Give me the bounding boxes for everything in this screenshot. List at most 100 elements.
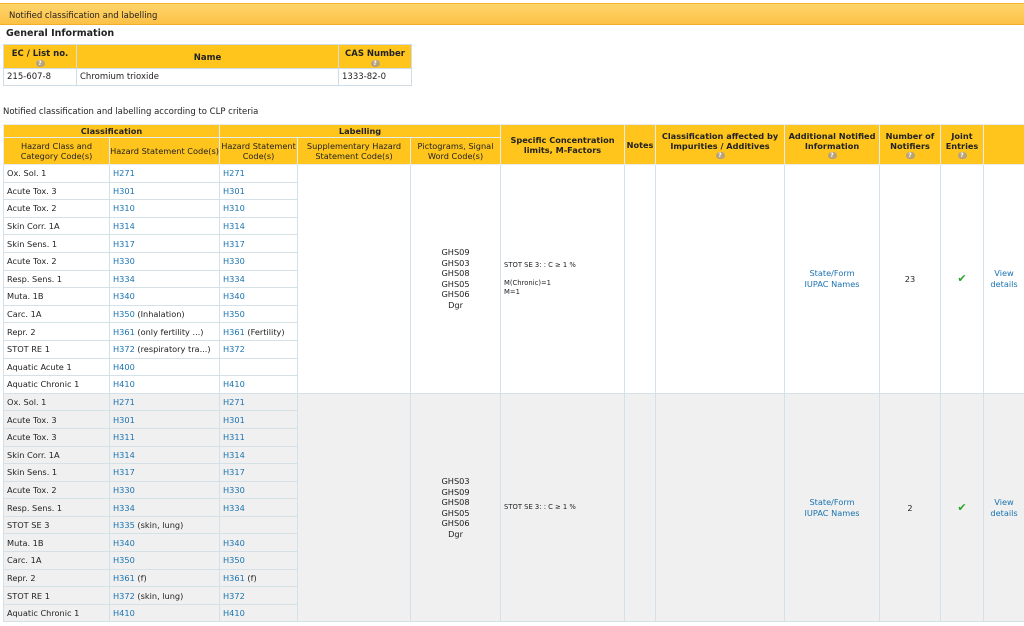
- label-stmt-link[interactable]: H410: [223, 379, 245, 389]
- hazard-class: Acute Tox. 3: [7, 185, 57, 196]
- notifiers-count: 2: [907, 502, 913, 513]
- label-stmt-link[interactable]: H271: [223, 397, 245, 407]
- hazard-class-cell: Skin Sens. 1: [3, 234, 110, 253]
- label-stmt-link[interactable]: H361: [223, 327, 245, 337]
- view-details-link[interactable]: View details: [990, 497, 1017, 518]
- label-stmt-cell: H372: [219, 586, 299, 605]
- hazard-stmt-link[interactable]: H334: [113, 503, 135, 513]
- hazard-stmt-link[interactable]: H314: [113, 450, 135, 460]
- hazard-stmt-link[interactable]: H410: [113, 379, 135, 389]
- help-icon[interactable]: ?: [905, 151, 915, 159]
- label-stmt-link[interactable]: H314: [223, 221, 245, 231]
- label-stmt-link[interactable]: H314: [223, 450, 245, 460]
- ec-number: 215-607-8: [3, 68, 77, 86]
- help-icon[interactable]: ?: [957, 151, 967, 159]
- view-details-link[interactable]: View details: [990, 268, 1017, 289]
- label-stmt-link[interactable]: H340: [223, 538, 245, 548]
- hazard-stmt-link[interactable]: H301: [113, 186, 135, 196]
- help-icon[interactable]: ?: [715, 151, 725, 159]
- notifiers-cell: 23: [879, 164, 942, 394]
- hazard-stmt-link[interactable]: H317: [113, 467, 135, 477]
- hazard-stmt-link[interactable]: H340: [113, 291, 135, 301]
- hazard-stmt-link[interactable]: H330: [113, 485, 135, 495]
- help-icon[interactable]: ?: [35, 59, 45, 67]
- section-title-bar: Notified classification and labelling: [0, 3, 1024, 25]
- label-stmt-note: (Fertility): [247, 326, 285, 337]
- label-stmt-link[interactable]: H317: [223, 467, 245, 477]
- hazard-stmt-cell: H314: [108, 445, 221, 465]
- hazard-stmt-cell: H372 (skin, lung): [108, 586, 221, 605]
- hazard-class: Carc. 1A: [7, 555, 42, 566]
- additional-link[interactable]: IUPAC Names: [786, 279, 879, 290]
- hazard-stmt-cell: H350 (Inhalation): [108, 304, 221, 324]
- label-stmt-link[interactable]: H317: [223, 239, 245, 249]
- hazard-stmt-link[interactable]: H317: [113, 239, 135, 249]
- hazard-stmt-cell: H335 (skin, lung): [108, 515, 221, 535]
- label-stmt-link[interactable]: H350: [223, 555, 245, 565]
- hazard-stmt-link[interactable]: H271: [113, 168, 135, 178]
- label-stmt-note: (f): [247, 572, 257, 583]
- hazard-class-cell: Carc. 1A: [3, 551, 110, 570]
- label-stmt-link[interactable]: H334: [223, 274, 245, 284]
- pictogram-code: GHS08: [441, 497, 470, 508]
- help-icon[interactable]: ?: [827, 151, 837, 159]
- hazard-class: Acute Tox. 2: [7, 484, 57, 495]
- hazard-stmt-link[interactable]: H350: [113, 555, 135, 565]
- label-stmt-link[interactable]: H311: [223, 432, 245, 442]
- labelling-group-header: Labelling: [219, 124, 502, 138]
- hazard-stmt-link[interactable]: H410: [113, 608, 135, 618]
- hazard-stmt-link[interactable]: H310: [113, 203, 135, 213]
- hazard-stmt-link[interactable]: H361: [113, 327, 135, 337]
- hazard-stmt-link[interactable]: H400: [113, 362, 135, 372]
- cas-header-label: CAS Number: [345, 48, 405, 59]
- hazard-stmt-cell: H330: [108, 480, 221, 500]
- hazard-class-cell: Muta. 1B: [3, 533, 110, 553]
- hazard-class-cell: STOT RE 1: [3, 339, 110, 359]
- cas-header: CAS Number ?: [338, 44, 412, 69]
- hazard-stmt-link[interactable]: H314: [113, 221, 135, 231]
- hazard-stmt-link[interactable]: H350: [113, 309, 135, 319]
- hazard-stmt-note: (only fertility ...): [137, 326, 204, 337]
- joint-cell: ✔: [940, 164, 985, 394]
- label-stmt-link[interactable]: H372: [223, 591, 245, 601]
- label-stmt-link[interactable]: H310: [223, 203, 245, 213]
- additional-cell: State/Form IUPAC Names: [784, 392, 881, 623]
- hazard-stmt-link[interactable]: H311: [113, 432, 135, 442]
- hazard-stmt-link[interactable]: H301: [113, 415, 135, 425]
- label-stmt-link[interactable]: H301: [223, 186, 245, 196]
- pictogram-code: Dgr: [448, 299, 463, 310]
- notes-header-label: Notes: [626, 139, 654, 150]
- label-stmt-link[interactable]: H271: [223, 168, 245, 178]
- help-icon[interactable]: ?: [370, 59, 380, 67]
- label-stmt-link[interactable]: H350: [223, 309, 245, 319]
- label-stmt-cell: H310: [219, 199, 299, 218]
- hazard-stmt-link[interactable]: H271: [113, 397, 135, 407]
- label-stmt-link[interactable]: H410: [223, 608, 245, 618]
- hazard-stmt-note: (skin, lung): [137, 520, 184, 531]
- additional-header: Additional Notified Information?: [784, 124, 881, 165]
- label-stmt-link[interactable]: H361: [223, 573, 245, 583]
- label-stmt-cell: H330: [219, 480, 299, 500]
- label-stmt-link[interactable]: H372: [223, 344, 245, 354]
- additional-link[interactable]: IUPAC Names: [786, 508, 879, 519]
- hazard-stmt-link[interactable]: H361: [113, 573, 135, 583]
- label-stmt-cell: H334: [219, 269, 299, 289]
- label-stmt-link[interactable]: H330: [223, 256, 245, 266]
- classification-table: Classification Labelling Specific Concen…: [2, 124, 1024, 623]
- label-stmt-link[interactable]: H340: [223, 291, 245, 301]
- hazard-stmt-link[interactable]: H372: [113, 591, 135, 601]
- hazard-stmt-link[interactable]: H330: [113, 256, 135, 266]
- hazard-stmt-link[interactable]: H335: [113, 520, 135, 530]
- label-stmt-link[interactable]: H334: [223, 503, 245, 513]
- hazard-stmt-link[interactable]: H340: [113, 538, 135, 548]
- hazard-stmt-link[interactable]: H334: [113, 274, 135, 284]
- cas-number: 1333-82-0: [338, 68, 412, 86]
- additional-link[interactable]: State/Form: [786, 497, 879, 508]
- ec-header-label: EC / List no.: [11, 48, 69, 59]
- table-row: Ox. Sol. 1 H271 H271 GHS03 GHS09 GHS08 GHS05…: [3, 392, 1024, 623]
- hazard-class: Ox. Sol. 1: [7, 397, 47, 408]
- hazard-stmt-link[interactable]: H372: [113, 344, 135, 354]
- label-stmt-link[interactable]: H330: [223, 485, 245, 495]
- additional-link[interactable]: State/Form: [786, 268, 879, 279]
- label-stmt-link[interactable]: H301: [223, 415, 245, 425]
